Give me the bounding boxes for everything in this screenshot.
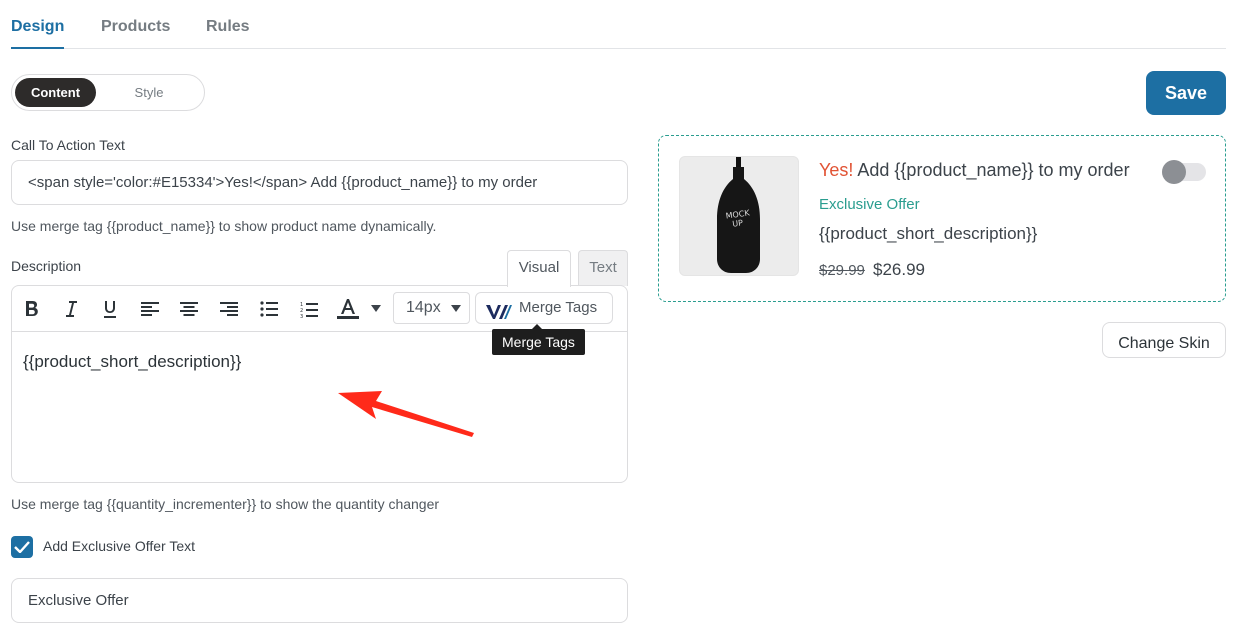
tab-products[interactable]: Products: [101, 18, 170, 36]
font-size-select[interactable]: 14px: [393, 292, 470, 324]
preview-old-price: $29.99: [819, 262, 865, 279]
style-tab-button[interactable]: Style: [112, 78, 186, 107]
preview-title-rest: Add {{product_name}} to my order: [853, 160, 1130, 180]
align-right-icon[interactable]: [215, 295, 243, 323]
preview-title: Yes! Add {{product_name}} to my order: [819, 160, 1130, 181]
tab-rules[interactable]: Rules: [206, 18, 250, 36]
merge-tags-logo-icon: [486, 301, 512, 331]
preview-description: {{product_short_description}}: [819, 224, 1038, 243]
merge-tags-tooltip: Merge Tags: [492, 324, 585, 355]
toggle-knob: [1162, 160, 1186, 184]
cta-hint: Use merge tag {{product_name}} to show p…: [11, 218, 437, 234]
visual-tab[interactable]: Visual: [507, 250, 571, 287]
offer-preview: MOCK UP Yes! Add {{product_name}} to my …: [658, 135, 1226, 302]
product-image: MOCK UP: [679, 156, 799, 276]
red-arrow-annotation: [338, 391, 474, 437]
preview-toggle[interactable]: [1162, 160, 1206, 184]
merge-tags-button[interactable]: Merge Tags: [475, 292, 613, 324]
cta-label: Call To Action Text: [11, 137, 125, 153]
change-skin-button[interactable]: Change Skin: [1102, 322, 1226, 358]
italic-icon[interactable]: [57, 295, 85, 323]
preview-offer-text: Exclusive Offer: [819, 196, 920, 213]
merge-tags-label: Merge Tags: [519, 299, 598, 316]
tab-design[interactable]: Design: [11, 18, 65, 49]
exclusive-offer-input[interactable]: Exclusive Offer: [11, 578, 628, 623]
bold-icon[interactable]: [18, 295, 46, 323]
description-label: Description: [11, 258, 82, 274]
text-color-icon[interactable]: [334, 295, 384, 323]
content-tab-button[interactable]: Content: [15, 78, 96, 107]
description-editor: 123 14px Merge Tags Merge Tags {{product…: [11, 285, 628, 483]
numbered-list-icon[interactable]: 123: [295, 295, 323, 323]
content-style-switch: Content Style: [11, 74, 205, 111]
svg-text:UP: UP: [732, 218, 744, 228]
chevron-down-icon: [451, 305, 461, 312]
align-center-icon[interactable]: [175, 295, 203, 323]
align-left-icon[interactable]: [136, 295, 164, 323]
cta-text-input[interactable]: <span style='color:#E15334'>Yes!</span> …: [11, 160, 628, 205]
font-size-value: 14px: [406, 299, 441, 316]
underline-icon[interactable]: [96, 295, 124, 323]
quantity-hint: Use merge tag {{quantity_incrementer}} t…: [11, 496, 440, 512]
preview-new-price: $26.99: [873, 260, 925, 279]
exclusive-offer-label: Add Exclusive Offer Text: [43, 538, 195, 554]
preview-yes: Yes!: [819, 160, 854, 180]
top-tabs: Design Products Rules: [11, 0, 1226, 49]
save-button[interactable]: Save: [1146, 71, 1226, 115]
bullet-list-icon[interactable]: [255, 295, 283, 323]
editor-content[interactable]: {{product_short_description}}: [23, 352, 241, 372]
text-tab[interactable]: Text: [578, 250, 628, 286]
checkmark-icon: [14, 541, 30, 553]
svg-text:3: 3: [300, 314, 303, 318]
exclusive-offer-checkbox[interactable]: [11, 536, 33, 558]
